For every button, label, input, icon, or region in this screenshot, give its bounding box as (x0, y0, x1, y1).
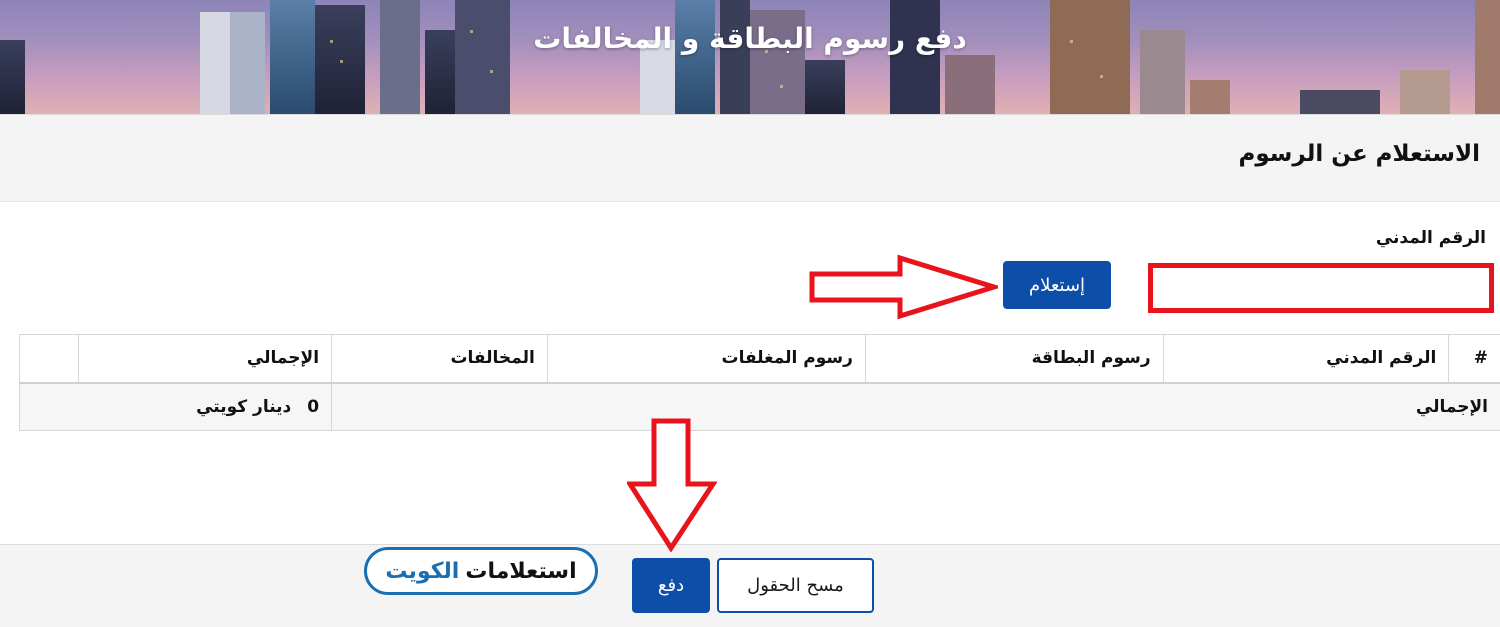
total-amount: 0 (307, 396, 320, 417)
total-amount-cell: 0 دينار كويتي (18, 382, 333, 431)
fees-table: # الرقم المدني رسوم البطاقة رسوم المغلفا… (18, 334, 1500, 431)
col-index-header: # (1448, 334, 1500, 384)
total-label: الإجمالي (331, 382, 1500, 431)
city-skyline-image (0, 0, 1500, 114)
arrow-right-icon (809, 254, 998, 320)
pay-button[interactable]: دفع (632, 558, 710, 613)
col-envelope-fees-header: رسوم المغلفات (546, 334, 866, 384)
logo-word-kuwait: الكويت (385, 558, 460, 584)
table-total-row: الإجمالي 0 دينار كويتي (18, 382, 1500, 431)
clear-fields-button[interactable]: مسح الحقول (717, 558, 874, 613)
col-actions-header (19, 334, 79, 384)
section-title: الاستعلام عن الرسوم (1238, 141, 1480, 167)
arrow-down-icon (627, 418, 717, 552)
section-header: الاستعلام عن الرسوم (0, 114, 1500, 202)
civil-id-label: الرقم المدني (1375, 228, 1486, 248)
header-banner: دفع رسوم البطاقة و المخالفات (0, 0, 1500, 114)
col-card-fees-header: رسوم البطاقة (864, 334, 1164, 384)
table-header-row: # الرقم المدني رسوم البطاقة رسوم المغلفا… (19, 334, 1500, 384)
civil-id-input[interactable] (1148, 263, 1494, 313)
logo-word-inquiries: استعلامات (465, 558, 577, 584)
inquire-button[interactable]: إستعلام (1003, 261, 1111, 309)
currency-label: دينار كويتي (196, 396, 292, 417)
site-logo: استعلامات الكويت (364, 547, 598, 595)
col-total-header: الإجمالي (77, 334, 333, 384)
page-title: دفع رسوم البطاقة و المخالفات (533, 22, 967, 55)
col-civil-id-header: الرقم المدني (1162, 334, 1450, 384)
col-violations-header: المخالفات (331, 334, 548, 384)
